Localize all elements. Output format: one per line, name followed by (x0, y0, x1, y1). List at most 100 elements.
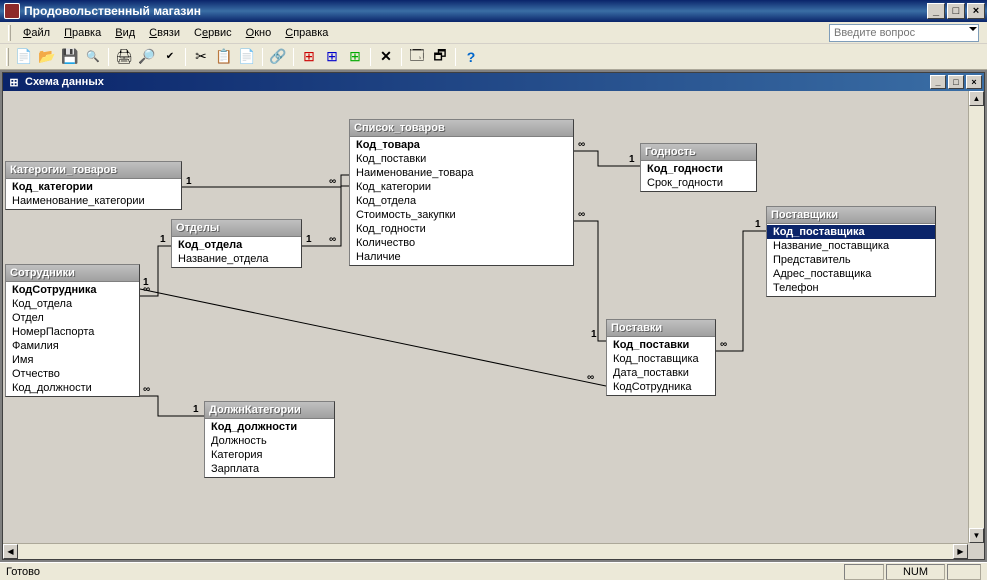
show-table-icon[interactable]: ⊞ (299, 47, 319, 67)
field[interactable]: Телефон (767, 281, 935, 295)
field-pk[interactable]: Код_годности (641, 162, 756, 176)
field-pk[interactable]: Код_товара (350, 138, 573, 152)
paste-icon[interactable]: 📄 (237, 47, 257, 67)
field[interactable]: Стоимость_закупки (350, 208, 573, 222)
table-title[interactable]: Годность (641, 144, 756, 161)
field[interactable]: Наличие (350, 250, 573, 264)
table-title[interactable]: Поставщики (767, 207, 935, 224)
relationships-icon[interactable]: 🔗 (268, 47, 288, 67)
table-title[interactable]: Сотрудники (6, 265, 139, 282)
scroll-up-icon[interactable]: ▲ (969, 91, 984, 106)
new-icon[interactable]: 📄 (14, 47, 34, 67)
table-title[interactable]: Отделы (172, 220, 301, 237)
menu-view[interactable]: Вид (109, 25, 141, 41)
mdi-minimize-button[interactable]: _ (930, 75, 946, 89)
field[interactable]: Название_поставщика (767, 239, 935, 253)
field[interactable]: Наименование_товара (350, 166, 573, 180)
open-icon[interactable]: 📂 (37, 47, 57, 67)
table-goods[interactable]: Список_товаров Код_товара Код_поставки Н… (349, 119, 574, 266)
field-pk[interactable]: Код_должности (205, 420, 334, 434)
field[interactable]: Адрес_поставщика (767, 267, 935, 281)
field[interactable]: Код_поставщика (607, 352, 715, 366)
table-title[interactable]: Катерогии_товаров (6, 162, 181, 179)
search-icon-small[interactable]: 🔍 (83, 47, 103, 67)
table-validity[interactable]: Годность Код_годности Срок_годности (640, 143, 757, 192)
menu-relations[interactable]: Связи (143, 25, 186, 41)
field-pk[interactable]: КодСотрудника (6, 283, 139, 297)
field-pk-selected[interactable]: Код_поставщика (767, 225, 935, 239)
chevron-down-icon[interactable] (969, 27, 977, 31)
field[interactable]: Код_категории (350, 180, 573, 194)
field-pk[interactable]: Код_категории (6, 180, 181, 194)
scroll-right-icon[interactable]: ▶ (953, 544, 968, 559)
minimize-button[interactable]: _ (927, 3, 945, 19)
table-title[interactable]: Поставки (607, 320, 715, 337)
table-suppliers[interactable]: Поставщики Код_поставщика Название_поста… (766, 206, 936, 297)
field[interactable]: НомерПаспорта (6, 325, 139, 339)
field[interactable]: Имя (6, 353, 139, 367)
mdi-close-button[interactable]: × (966, 75, 982, 89)
field[interactable]: Название_отдела (172, 252, 301, 266)
spellcheck-icon[interactable]: ✔ (160, 47, 180, 67)
menu-file[interactable]: Файл (17, 25, 56, 41)
field[interactable]: Количество (350, 236, 573, 250)
table-position-categories[interactable]: ДолжнКатегории Код_должности Должность К… (204, 401, 335, 478)
table-categories[interactable]: Катерогии_товаров Код_категории Наименов… (5, 161, 182, 210)
mdi-maximize-button[interactable]: □ (948, 75, 964, 89)
show-all-icon[interactable]: ⊞ (345, 47, 365, 67)
maximize-button[interactable]: □ (947, 3, 965, 19)
field-pk[interactable]: Код_поставки (607, 338, 715, 352)
window-icon[interactable]: 🗔 (407, 47, 427, 67)
field[interactable]: Отдел (6, 311, 139, 325)
table-title[interactable]: ДолжнКатегории (205, 402, 334, 419)
field-pk[interactable]: Код_отдела (172, 238, 301, 252)
cascade-icon[interactable]: 🗗 (430, 47, 450, 67)
menu-edit[interactable]: Правка (58, 25, 107, 41)
close-button[interactable]: × (967, 3, 985, 19)
toolbar-grip[interactable] (6, 48, 9, 66)
menu-window[interactable]: Окно (240, 25, 278, 41)
table-title[interactable]: Список_товаров (350, 120, 573, 137)
field[interactable]: Категория (205, 448, 334, 462)
help-icon[interactable]: ? (461, 47, 481, 67)
help-search-wrap (829, 24, 979, 42)
field[interactable]: Срок_годности (641, 176, 756, 190)
field[interactable]: Фамилия (6, 339, 139, 353)
separator (185, 48, 186, 66)
field[interactable]: Наименование_категории (6, 194, 181, 208)
field[interactable]: КодСотрудника (607, 380, 715, 394)
print-icon[interactable]: 🖨 (114, 47, 134, 67)
field[interactable]: Код_должности (6, 381, 139, 395)
scroll-down-icon[interactable]: ▼ (969, 528, 984, 543)
horizontal-scrollbar[interactable]: ◀ ▶ (3, 543, 968, 559)
field[interactable]: Дата_поставки (607, 366, 715, 380)
separator (455, 48, 456, 66)
table-employees[interactable]: Сотрудники КодСотрудника Код_отдела Отде… (5, 264, 140, 397)
field[interactable]: Код_поставки (350, 152, 573, 166)
cardinality-one: 1 (591, 329, 597, 340)
table-departments[interactable]: Отделы Код_отдела Название_отдела (171, 219, 302, 268)
field[interactable]: Зарплата (205, 462, 334, 476)
preview-icon[interactable]: 🔎 (137, 47, 157, 67)
show-direct-icon[interactable]: ⊞ (322, 47, 342, 67)
field[interactable]: Отчество (6, 367, 139, 381)
cardinality-many: ∞ (587, 372, 594, 383)
help-search-input[interactable] (829, 24, 979, 42)
field[interactable]: Представитель (767, 253, 935, 267)
diagram-canvas[interactable]: 1 ∞ 1 ∞ 1 ∞ ∞ 1 ∞ 1 ∞ 1 ∞ 1 1 ∞ Катероги… (3, 91, 968, 543)
table-deliveries[interactable]: Поставки Код_поставки Код_поставщика Дат… (606, 319, 716, 396)
delete-icon[interactable]: ✕ (376, 47, 396, 67)
menu-service[interactable]: Сервис (188, 25, 238, 41)
save-icon[interactable]: 💾 (60, 47, 80, 67)
field[interactable]: Код_отдела (6, 297, 139, 311)
vertical-scrollbar[interactable]: ▲ ▼ (968, 91, 984, 543)
field[interactable]: Код_годности (350, 222, 573, 236)
menubar-grip[interactable] (8, 25, 11, 41)
field[interactable]: Должность (205, 434, 334, 448)
field[interactable]: Код_отдела (350, 194, 573, 208)
menu-help[interactable]: Справка (279, 25, 334, 41)
cut-icon[interactable]: ✂ (191, 47, 211, 67)
cardinality-many: ∞ (578, 209, 585, 220)
scroll-left-icon[interactable]: ◀ (3, 544, 18, 559)
copy-icon[interactable]: 📋 (214, 47, 234, 67)
